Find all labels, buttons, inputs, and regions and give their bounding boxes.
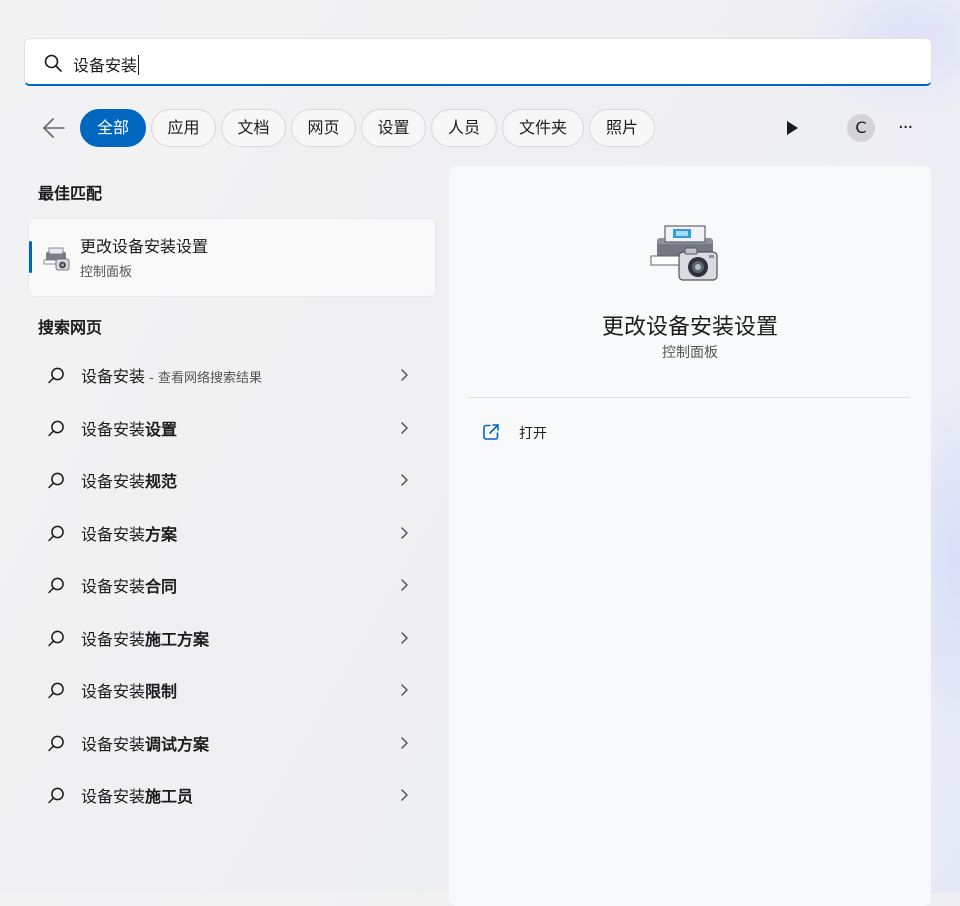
tab-web[interactable]: 网页 xyxy=(291,109,356,147)
web-search-item-label: 设备安装设置 xyxy=(81,419,178,439)
tab-photos[interactable]: 照片 xyxy=(589,109,655,147)
search-icon xyxy=(48,420,64,436)
avatar[interactable]: C xyxy=(847,114,875,142)
chevron-right-icon xyxy=(401,579,408,591)
tab-apps[interactable]: 应用 xyxy=(151,109,216,147)
open-label: 打开 xyxy=(519,426,547,442)
web-search-item-label: 设备安装施工方案 xyxy=(81,629,210,649)
web-search-item-label: 设备安装调试方案 xyxy=(81,734,210,754)
search-icon xyxy=(48,472,64,489)
selection-indicator xyxy=(29,241,32,273)
web-search-item[interactable]: 设备安装规范 xyxy=(29,455,435,505)
more-options-icon[interactable]: ··· xyxy=(898,118,920,138)
chevron-right-icon xyxy=(401,474,408,486)
device-installation-icon xyxy=(43,247,70,271)
chevron-right-icon xyxy=(401,631,408,644)
chevron-right-icon xyxy=(401,736,408,749)
web-search-item-label: 设备安装 - 查看网络搜索结果 xyxy=(81,367,262,386)
search-icon xyxy=(48,682,64,699)
best-match-title: 更改设备安装设置 xyxy=(80,237,209,256)
best-match-item[interactable]: 更改设备安装设置 控制面板 xyxy=(29,219,435,296)
chevron-right-icon xyxy=(401,526,408,539)
web-search-item-label: 设备安装合同 xyxy=(81,577,178,596)
search-input[interactable]: 设备安装 xyxy=(73,52,140,76)
web-search-item-label: 设备安装施工员 xyxy=(81,787,194,806)
divider xyxy=(468,397,910,398)
chevron-right-icon xyxy=(401,369,408,381)
web-search-item-label: 设备安装限制 xyxy=(81,682,178,701)
open-external-icon xyxy=(483,424,499,440)
search-icon xyxy=(48,525,64,541)
play-icon[interactable] xyxy=(784,119,800,137)
best-match-subtitle: 控制面板 xyxy=(80,265,133,280)
chevron-right-icon xyxy=(401,789,408,801)
web-search-item[interactable]: 设备安装 - 查看网络搜索结果 xyxy=(29,350,435,400)
tab-folders[interactable]: 文件夹 xyxy=(502,109,584,147)
tab-documents[interactable]: 文档 xyxy=(221,109,286,147)
search-icon xyxy=(48,787,64,804)
tab-people[interactable]: 人员 xyxy=(431,109,497,147)
web-search-item[interactable]: 设备安装施工员 xyxy=(29,770,435,820)
tab-all[interactable]: 全部 xyxy=(80,109,146,147)
open-action[interactable]: 打开 xyxy=(481,422,681,444)
web-search-item-label: 设备安装规范 xyxy=(81,472,178,491)
detail-subtitle: 控制面板 xyxy=(662,345,718,361)
web-search-item-label: 设备安装方案 xyxy=(81,524,178,544)
search-icon xyxy=(48,630,64,646)
search-icon xyxy=(48,735,64,751)
best-match-heading: 最佳匹配 xyxy=(38,184,103,203)
web-search-item[interactable]: 设备安装合同 xyxy=(29,560,435,610)
detail-panel: 更改设备安装设置 控制面板 打开 xyxy=(449,166,931,906)
web-search-item[interactable]: 设备安装调试方案 xyxy=(29,718,435,768)
web-search-heading: 搜索网页 xyxy=(38,318,103,337)
web-search-item[interactable]: 设备安装施工方案 xyxy=(29,613,435,663)
web-search-item[interactable]: 设备安装方案 xyxy=(29,508,435,558)
tab-settings[interactable]: 设置 xyxy=(361,109,426,147)
web-search-item[interactable]: 设备安装设置 xyxy=(29,403,435,453)
search-icon xyxy=(44,54,62,72)
web-search-item[interactable]: 设备安装限制 xyxy=(29,665,435,715)
search-icon xyxy=(48,577,64,594)
detail-title: 更改设备安装设置 xyxy=(601,315,778,340)
chevron-right-icon xyxy=(401,421,408,434)
back-arrow-icon[interactable] xyxy=(40,116,68,140)
search-icon xyxy=(48,367,64,384)
device-installation-icon xyxy=(650,225,718,281)
chevron-right-icon xyxy=(401,684,408,696)
search-box[interactable]: 设备安装 xyxy=(24,38,932,86)
